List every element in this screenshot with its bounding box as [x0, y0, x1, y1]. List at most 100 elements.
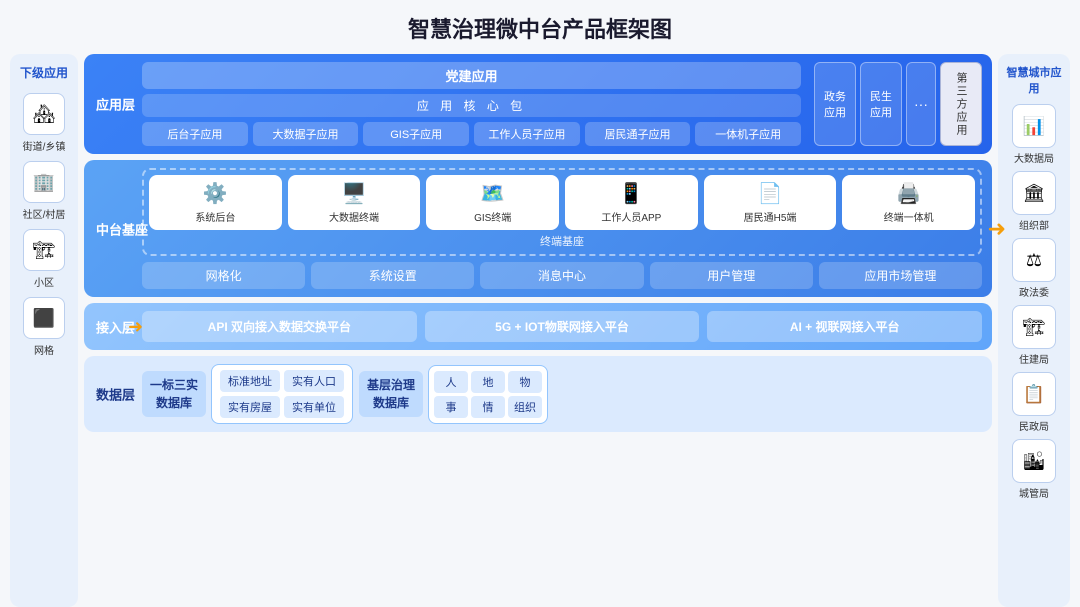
system-backend-icon: ⚙️: [203, 181, 228, 206]
standard-db-box: 标准地址 实有人口 实有房屋 实有单位: [211, 364, 353, 424]
right-sidebar-item-5: 🏙 城管局: [1012, 439, 1056, 500]
terminal-card-1: 🖥️ 大数据终端: [288, 175, 421, 230]
sidebar-item-street: 🏘 街道/乡镇: [23, 93, 66, 153]
grid-icon: ⬛: [23, 297, 65, 339]
grid-cell-4: 情: [471, 396, 505, 418]
construction-bureau-label: 住建局: [1019, 351, 1049, 366]
grid-cell-0: 人: [434, 371, 468, 393]
right-app-box-third: 第三方应用: [940, 62, 982, 146]
middle-layer: 中台基座 ⚙️ 系统后台 🖥️ 大数据终端 🗺️: [84, 160, 992, 297]
terminal-card-2: 🗺️ GIS终端: [426, 175, 559, 230]
data-layer-title: 数据层: [96, 385, 135, 404]
grid-cell-3: 事: [434, 396, 468, 418]
right-sidebar-title: 智慧城市应用: [1002, 64, 1066, 96]
standard-db-section: 一标三实 数据库 标准地址 实有人口 实有房屋 实有单位: [142, 364, 353, 424]
sub-app-2: GIS子应用: [363, 122, 469, 146]
terminal-label-2: GIS终端: [474, 209, 511, 224]
grid-cell-1: 地: [471, 371, 505, 393]
right-app-boxes: 政务 应用 民生 应用 ··· 第三方应用: [814, 62, 982, 146]
middle-layer-arrow: ➜: [988, 216, 1006, 242]
base-governance-label: 基层治理 数据库: [359, 371, 423, 417]
right-app-box-0: 政务 应用: [814, 62, 856, 146]
data-layer-inner: 一标三实 数据库 标准地址 实有人口 实有房屋 实有单位 基层治理: [142, 364, 982, 424]
terminal-base-label: 终端基座: [149, 233, 975, 249]
terminal-label-0: 系统后台: [195, 209, 235, 224]
terminal-card-4: 📄 居民通H5端: [704, 175, 837, 230]
resident-h5-icon: 📄: [758, 181, 783, 206]
grid-cell-5: 组织: [508, 396, 542, 418]
page-title: 智慧治理微中台产品框架图: [408, 12, 672, 44]
governance-grid: 人 地 物 事 情 组织: [428, 365, 548, 424]
street-label: 街道/乡镇: [23, 138, 66, 153]
gis-terminal-icon: 🗺️: [480, 181, 505, 206]
terminal-section: ⚙️ 系统后台 🖥️ 大数据终端 🗺️ GIS终端 📱: [142, 168, 982, 256]
terminal-card-5: 🖨️ 终端一体机: [842, 175, 975, 230]
main-wrapper: 下级应用 🏘 街道/乡镇 🏢 社区/村居 🏗 小区 ⬛ 网格 应用层 党建应用: [10, 54, 1070, 607]
std-cell-0: 标准地址: [220, 370, 280, 392]
all-in-one-icon: 🖨️: [896, 181, 921, 206]
community-icon: 🏢: [23, 161, 65, 203]
terminal-card-3: 📱 工作人员APP: [565, 175, 698, 230]
sub-app-1: 大数据子应用: [253, 122, 359, 146]
base-item-4: 应用市场管理: [819, 262, 982, 289]
dots-box: ···: [906, 62, 936, 146]
district-icon: 🏗: [23, 229, 65, 271]
app-layer: 应用层 党建应用 应 用 核 心 包 后台子应用 大数据子应用 GIS子应用 工…: [84, 54, 992, 154]
right-sidebar-item-3: 🏗 住建局: [1012, 305, 1056, 366]
left-sidebar-title: 下级应用: [20, 64, 68, 81]
sub-app-0: 后台子应用: [142, 122, 248, 146]
worker-app-icon: 📱: [619, 181, 644, 206]
terminal-label-1: 大数据终端: [329, 209, 379, 224]
base-row: 网格化 系统设置 消息中心 用户管理 应用市场管理: [142, 262, 982, 289]
left-sidebar: 下级应用 🏘 街道/乡镇 🏢 社区/村居 🏗 小区 ⬛ 网格: [10, 54, 78, 607]
terminal-row: ⚙️ 系统后台 🖥️ 大数据终端 🗺️ GIS终端 📱: [149, 175, 975, 230]
std-cell-1: 实有人口: [284, 370, 344, 392]
sidebar-item-district: 🏗 小区: [23, 229, 65, 289]
access-item-1: 5G + IOT物联网接入平台: [425, 311, 700, 342]
justice-committee-label: 政法委: [1019, 284, 1049, 299]
civil-affairs-icon: 📋: [1012, 372, 1056, 416]
std-row-1: 标准地址 实有人口: [220, 370, 344, 392]
middle-layer-title: 中台基座: [96, 219, 148, 238]
bigdata-bureau-icon: 📊: [1012, 104, 1056, 148]
community-label: 社区/村居: [23, 206, 66, 221]
access-left-arrow: ➜: [128, 316, 143, 337]
org-dept-icon: 🏛: [1012, 171, 1056, 215]
grid-cell-2: 物: [508, 371, 542, 393]
org-dept-label: 组织部: [1019, 217, 1049, 232]
right-sidebar-item-1: 🏛 组织部: [1012, 171, 1056, 232]
standard-db-label: 一标三实 数据库: [142, 371, 206, 417]
access-item-0: API 双向接入数据交换平台: [142, 311, 417, 342]
sidebar-item-grid: ⬛ 网格: [23, 297, 65, 357]
district-label: 小区: [34, 274, 54, 289]
terminal-label-3: 工作人员APP: [601, 209, 661, 224]
main-content: 应用层 党建应用 应 用 核 心 包 后台子应用 大数据子应用 GIS子应用 工…: [84, 54, 992, 607]
sidebar-item-community: 🏢 社区/村居: [23, 161, 66, 221]
app-layer-inner: 党建应用 应 用 核 心 包 后台子应用 大数据子应用 GIS子应用 工作人员子…: [142, 62, 982, 146]
grid-label: 网格: [34, 342, 54, 357]
base-item-2: 消息中心: [480, 262, 643, 289]
core-pkg-bar: 应 用 核 心 包: [142, 94, 801, 117]
sub-app-5: 一体机子应用: [695, 122, 801, 146]
sub-app-3: 工作人员子应用: [474, 122, 580, 146]
terminal-label-5: 终端一体机: [884, 209, 934, 224]
data-layer: 数据层 一标三实 数据库 标准地址 实有人口 实有房屋 实有单位: [84, 356, 992, 432]
party-app-bar: 党建应用: [142, 62, 801, 89]
base-item-1: 系统设置: [311, 262, 474, 289]
urban-management-label: 城管局: [1019, 485, 1049, 500]
bigdata-terminal-icon: 🖥️: [342, 181, 367, 206]
right-sidebar-item-4: 📋 民政局: [1012, 372, 1056, 433]
access-item-2: AI + 视联网接入平台: [707, 311, 982, 342]
civil-affairs-label: 民政局: [1019, 418, 1049, 433]
right-sidebar-item-0: 📊 大数据局: [1012, 104, 1056, 165]
right-app-box-1: 民生 应用: [860, 62, 902, 146]
construction-bureau-icon: 🏗: [1012, 305, 1056, 349]
urban-management-icon: 🏙: [1012, 439, 1056, 483]
base-item-0: 网格化: [142, 262, 305, 289]
std-row-2: 实有房屋 实有单位: [220, 396, 344, 418]
bigdata-bureau-label: 大数据局: [1014, 150, 1054, 165]
terminal-label-4: 居民通H5端: [744, 209, 797, 224]
street-icon: 🏘: [23, 93, 65, 135]
base-governance-section: 基层治理 数据库 人 地 物 事 情 组织: [359, 364, 548, 424]
terminal-card-0: ⚙️ 系统后台: [149, 175, 282, 230]
